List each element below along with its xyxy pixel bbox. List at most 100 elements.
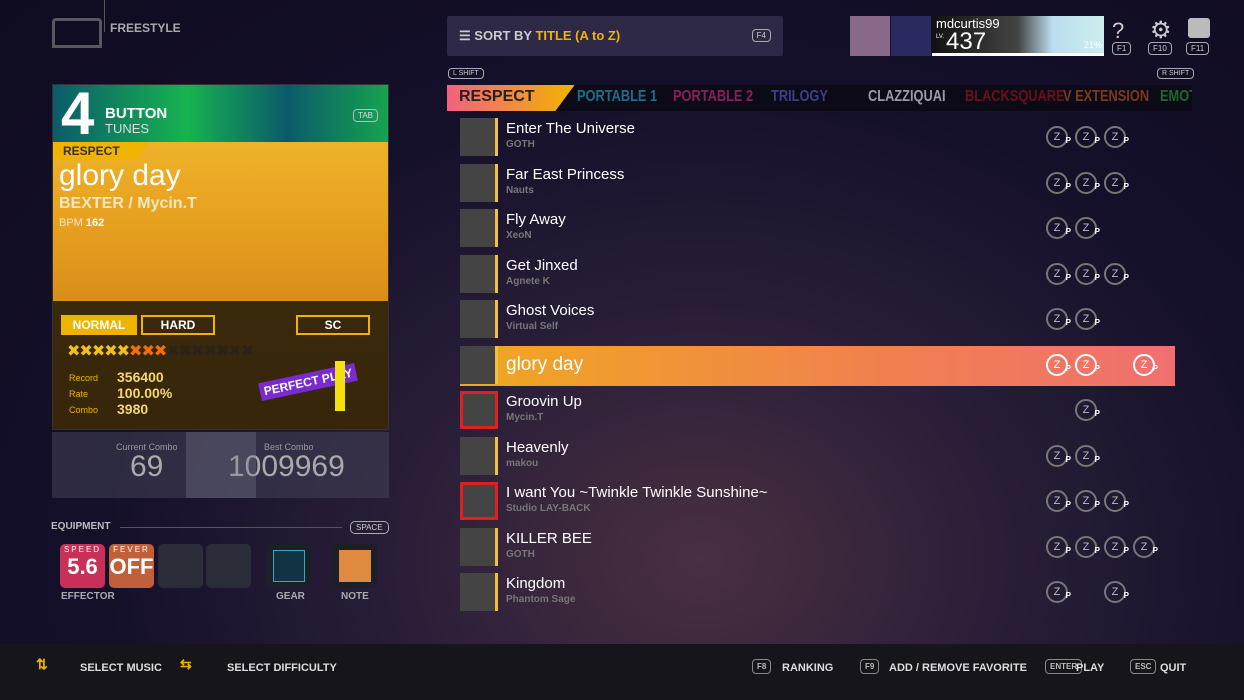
play-button[interactable]: PLAY xyxy=(1076,662,1104,674)
box-icon[interactable] xyxy=(1188,18,1210,38)
avatar-character xyxy=(891,16,931,56)
difficulty-sc[interactable]: SC xyxy=(296,315,370,335)
perfect-medal-icon: ZP xyxy=(1046,535,1071,558)
song-title: Kingdom xyxy=(506,575,566,592)
song-artist: makou xyxy=(506,457,539,469)
difficulty-normal[interactable]: NORMAL xyxy=(61,315,137,335)
perfect-medal-icon: ZP xyxy=(1046,490,1071,512)
song-title: Far East Princess xyxy=(506,165,625,183)
perfect-medal-icon: ZP xyxy=(1133,535,1158,558)
perfect-medal-icon: ZP xyxy=(1075,126,1100,148)
song-row[interactable]: glory day ZPZPZP xyxy=(460,346,1175,386)
speed-slot[interactable]: SPEED 5.6 xyxy=(60,544,105,588)
score-panel: NORMAL HARD SC ✖✖✖✖✖✖✖✖✖✖✖✖✖✖✖ Record 35… xyxy=(53,301,388,429)
song-jacket xyxy=(460,436,498,475)
category-tab[interactable]: BLACKSQUARE xyxy=(965,88,1065,106)
song-jacket xyxy=(460,254,498,293)
game-logo xyxy=(52,18,102,48)
song-artist: Phantom Sage xyxy=(506,594,576,605)
ranking-button[interactable]: RANKING xyxy=(782,662,833,674)
category-tab[interactable]: RESPECT xyxy=(447,85,575,111)
menu-icon: ☰ xyxy=(459,28,475,43)
perfect-medal-icon: ZP xyxy=(1075,535,1100,558)
song-row[interactable]: Groovin Up Mycin.T Z P xyxy=(460,391,1175,431)
category-tabs: RESPECT PORTABLE 1 PORTABLE 2 TRILOGY CLAZZI… xyxy=(447,85,1192,111)
song-row[interactable]: I want You ~Twinkle Twinkle Sunshine~ St… xyxy=(460,482,1175,522)
fever-slot[interactable]: FEVER OFF xyxy=(109,544,154,588)
button-mode-banner[interactable] xyxy=(53,85,388,142)
song-row[interactable]: KILLER BEE GOTH Z P Z P Z P Z P xyxy=(460,527,1175,568)
gear-icon[interactable]: ⚙ xyxy=(1150,16,1172,45)
perfect-medal-icon: ZP xyxy=(1075,399,1100,421)
song-title: KILLER BEE xyxy=(506,529,592,547)
star-icon: ✖ xyxy=(191,343,204,360)
note-image xyxy=(338,550,371,582)
perfect-medal-icon: ZP xyxy=(1046,262,1071,285)
perfect-medal-icon: ZP xyxy=(1104,581,1129,603)
perfect-medal-icon: ZP xyxy=(1104,490,1129,512)
record: 356400 xyxy=(117,369,164,385)
song-row[interactable]: Enter The Universe GOTH Z P Z P Z P xyxy=(460,118,1175,158)
category-tab[interactable]: V EXTENSION xyxy=(1063,88,1149,106)
song-jacket xyxy=(460,209,498,247)
song-artist: BEXTER / Mycin.T xyxy=(59,195,197,212)
empty-slot[interactable] xyxy=(206,544,251,588)
perfect-medal-icon: ZP xyxy=(1075,490,1100,512)
avatar xyxy=(850,16,890,56)
song-artist: Virtual Self xyxy=(506,321,559,332)
category-tab[interactable]: EMOT xyxy=(1160,88,1192,106)
profile-banner: mdcurtis99 LV. 437 21% xyxy=(932,16,1104,56)
song-row[interactable]: Far East Princess Nauts Z P Z P Z P xyxy=(460,163,1175,204)
star-icon: ✖ xyxy=(203,343,216,360)
song-row[interactable]: Ghost Voices Virtual Self Z P Z P xyxy=(460,300,1175,340)
song-jacket xyxy=(460,118,498,156)
progress-bar xyxy=(932,53,1104,56)
difficulty-hard[interactable]: HARD xyxy=(141,315,215,335)
quit-button[interactable]: QUIT xyxy=(1160,662,1186,674)
perfect-medal-icon: ZP xyxy=(1075,171,1100,194)
favorite-button[interactable]: ADD / REMOVE FAVORITE xyxy=(889,662,1027,674)
sort-button[interactable]: ☰ SORT BY TITLE (A to Z) F4 xyxy=(447,16,783,56)
gear-slot[interactable] xyxy=(266,544,311,588)
category-badge: RESPECT xyxy=(53,142,150,160)
rate: 100.00% xyxy=(117,385,173,401)
star-icon: ✖ xyxy=(79,343,92,360)
song-title: Heavenly xyxy=(506,438,569,456)
song-artist: Mycin.T xyxy=(506,412,544,423)
song-artist: GOTH xyxy=(506,548,535,560)
perfect-medal-icon: ZP xyxy=(1046,126,1071,148)
difficulty-stars: ✖✖✖✖✖✖✖✖✖✖✖✖✖✖✖ xyxy=(67,341,254,361)
category-tab[interactable]: TRILOGY xyxy=(771,88,828,106)
category-tab[interactable]: CLAZZIQUAI xyxy=(868,88,946,106)
help-icon[interactable]: ? xyxy=(1112,18,1124,44)
song-jacket xyxy=(460,391,498,429)
level-progress: 21% xyxy=(1083,40,1102,50)
star-icon: ✖ xyxy=(116,343,130,360)
profile-card[interactable]: mdcurtis99 LV. 437 21% xyxy=(850,16,1244,56)
song-jacket xyxy=(460,346,498,384)
arrow-keys-icon: ⇅ xyxy=(36,656,48,672)
song-row[interactable]: Heavenly makou Z P Z P xyxy=(460,436,1175,477)
song-artist: XeoN xyxy=(506,230,532,241)
song-row[interactable]: Fly Away XeoN Z P Z P xyxy=(460,209,1175,249)
star-icon: ✖ xyxy=(129,343,142,360)
empty-slot[interactable] xyxy=(158,544,203,588)
song-row[interactable]: Get Jinxed Agnete KZPZPZP xyxy=(460,254,1175,295)
perfect-medal-icon: ZP xyxy=(1075,262,1100,285)
song-row[interactable]: Kingdom Phantom Sage Z P Z P xyxy=(460,573,1175,613)
song-title: I want You ~Twinkle Twinkle Sunshine~ xyxy=(506,484,768,501)
song-artist: Nauts xyxy=(506,184,534,196)
perfect-medal-icon: ZP xyxy=(1075,217,1100,239)
button-count: 4 xyxy=(61,84,95,147)
category-tab[interactable]: PORTABLE 1 xyxy=(577,88,657,106)
category-tab[interactable]: PORTABLE 2 xyxy=(673,88,753,106)
song-jacket xyxy=(460,163,498,202)
note-slot[interactable] xyxy=(332,544,377,588)
star-icon: ✖ xyxy=(215,343,229,360)
current-combo: 69 xyxy=(130,450,164,483)
perfect-medal-icon: ZP xyxy=(1046,444,1071,467)
star-icon: ✖ xyxy=(153,343,167,360)
perfect-medal-icon: ZP xyxy=(1075,308,1100,330)
equipment-label: EQUIPMENT xyxy=(51,521,111,532)
song-title: Ghost Voices xyxy=(506,302,595,319)
